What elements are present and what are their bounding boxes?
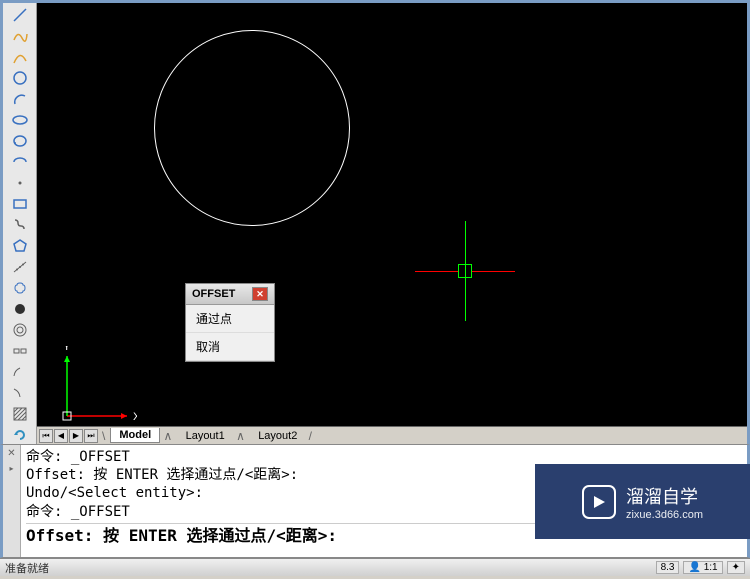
ucs-icon: X Y <box>57 346 137 429</box>
menu-item-cancel[interactable]: 取消 <box>186 333 274 361</box>
divide-tool[interactable] <box>10 257 30 276</box>
rectangle-tool[interactable] <box>10 194 30 213</box>
offset-context-menu: OFFSET ✕ 通过点 取消 <box>185 283 275 362</box>
tab-nav-prev-icon[interactable]: ◀ <box>54 429 68 443</box>
command-window-gutter: ✕ ▸ <box>3 445 21 557</box>
break-tool[interactable] <box>10 341 30 360</box>
status-bar: 准备就绪 8.3 👤 1:1 ✦ <box>0 558 750 576</box>
line-tool[interactable] <box>10 5 30 24</box>
tab-layout2[interactable]: Layout2 <box>250 429 305 443</box>
context-menu-title-text: OFFSET <box>192 288 235 300</box>
circle-tool[interactable] <box>10 68 30 87</box>
command-close-icon[interactable]: ✕ <box>7 448 15 459</box>
cursor-horizontal-right <box>472 271 515 272</box>
hatch-tool[interactable] <box>10 404 30 423</box>
tab-nav-next-icon[interactable]: ▶ <box>69 429 83 443</box>
status-ready-text: 准备就绪 <box>5 560 49 576</box>
trim-tool[interactable] <box>10 383 30 402</box>
layout-tabs-bar: ⏮ ◀ ▶ ⏭ \ Model ∧ Layout1 ∧ Layout2 / <box>37 426 747 444</box>
cursor-horizontal-left <box>415 271 458 272</box>
cursor-pickbox <box>458 264 472 278</box>
command-pin-icon[interactable]: ▸ <box>9 464 13 473</box>
tab-model[interactable]: Model <box>110 428 160 443</box>
status-scale[interactable]: 👤 1:1 <box>683 561 722 574</box>
tab-nav-last-icon[interactable]: ⏭ <box>84 429 98 443</box>
donut-tool[interactable] <box>10 299 30 318</box>
ring-tool[interactable] <box>10 320 30 339</box>
watermark: 溜溜自学 zixue.3d66.com <box>535 464 750 539</box>
play-icon <box>582 485 616 519</box>
arc-join-tool[interactable] <box>10 362 30 381</box>
status-coords: 8.3 <box>656 561 680 574</box>
polygon-tool[interactable] <box>10 236 30 255</box>
arc-tool[interactable] <box>10 89 30 108</box>
close-icon[interactable]: ✕ <box>252 287 268 301</box>
bezier-tool[interactable] <box>10 131 30 150</box>
status-extra-icon[interactable]: ✦ <box>727 561 745 574</box>
refresh-tool[interactable] <box>10 425 30 444</box>
spline-tool[interactable] <box>10 26 30 45</box>
ellipse-tool[interactable] <box>10 110 30 129</box>
drawing-canvas[interactable]: X Y OFFSET ✕ 通过点 取消 ⏮ ◀ ▶ ⏭ \ Model ∧ La… <box>37 3 747 444</box>
point-tool[interactable] <box>10 173 30 192</box>
context-menu-titlebar[interactable]: OFFSET ✕ <box>186 284 274 305</box>
watermark-url: zixue.3d66.com <box>626 509 703 521</box>
tab-nav-first-icon[interactable]: ⏮ <box>39 429 53 443</box>
curve-tool[interactable] <box>10 47 30 66</box>
revision-cloud-tool[interactable] <box>10 278 30 297</box>
drawn-circle <box>154 30 350 226</box>
person-icon: 👤 <box>688 562 700 573</box>
ellipse-arc-tool[interactable] <box>10 152 30 171</box>
menu-item-through-point[interactable]: 通过点 <box>186 305 274 333</box>
draw-toolbar <box>3 3 37 444</box>
coil-tool[interactable] <box>10 215 30 234</box>
ucs-y-label: Y <box>63 346 71 353</box>
watermark-title: 溜溜自学 <box>626 483 703 509</box>
ucs-x-label: X <box>133 411 137 423</box>
tab-layout1[interactable]: Layout1 <box>178 429 233 443</box>
